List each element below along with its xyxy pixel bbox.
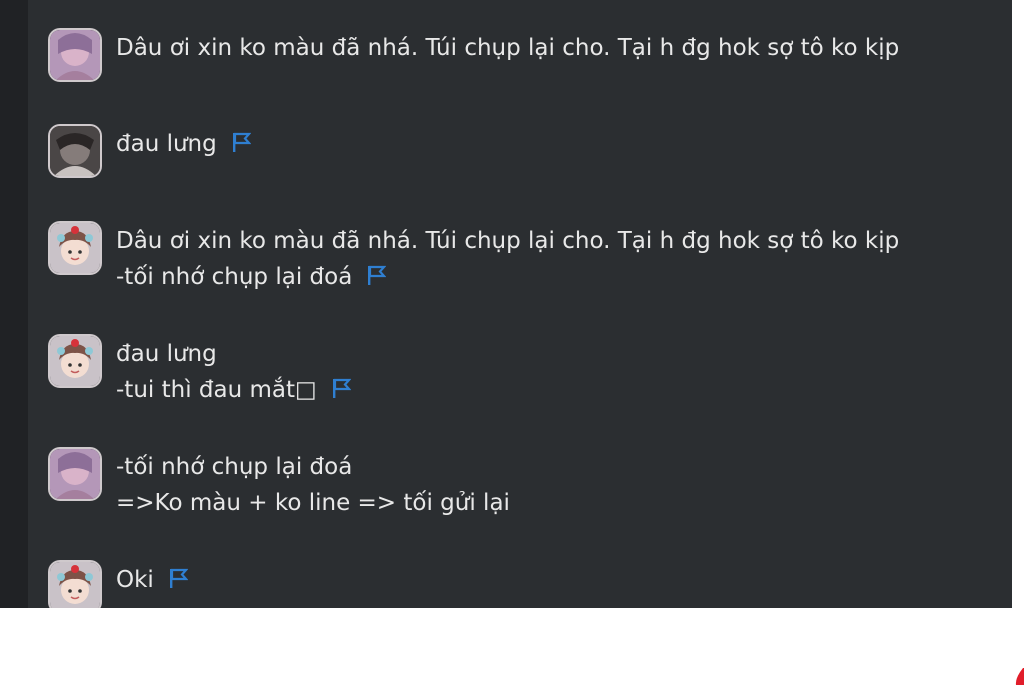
message-body: Dâu ơi xin ko màu đã nhá. Túi chụp lại c… — [116, 223, 899, 297]
flag-icon[interactable] — [331, 374, 352, 410]
avatar[interactable] — [48, 221, 102, 275]
message-body: -tối nhớ chụp lại đoá =>Ko màu + ko line… — [116, 449, 510, 521]
message-body: đau lưng -tui thì đau mắt□ — [116, 336, 352, 410]
message-text: Oki — [116, 567, 154, 593]
screenshot-stage: Dâu ơi xin ko màu đã nhá. Túi chụp lại c… — [0, 0, 1024, 685]
message-item[interactable]: -tối nhớ chụp lại đoá =>Ko màu + ko line… — [48, 447, 510, 521]
avatar-dark-gray-icon — [50, 126, 100, 176]
avatar[interactable] — [48, 560, 102, 608]
avatar-pink-purple-icon — [50, 449, 100, 499]
message-text: đau lưng — [116, 341, 217, 367]
message-item[interactable]: đau lưng -tui thì đau mắt□ — [48, 334, 352, 410]
message-text: Dâu ơi xin ko màu đã nhá. Túi chụp lại c… — [116, 35, 900, 61]
red-mark-icon — [1015, 668, 1024, 685]
avatar[interactable] — [48, 124, 102, 178]
message-body: Oki — [116, 562, 189, 600]
avatar[interactable] — [48, 334, 102, 388]
avatar-chibi-girl-icon — [50, 562, 100, 608]
avatar-chibi-girl-icon — [50, 223, 100, 273]
message-text: -tối nhớ chụp lại đoá — [116, 454, 353, 480]
message-body: Dâu ơi xin ko màu đã nhá. Túi chụp lại c… — [116, 30, 899, 66]
avatar[interactable] — [48, 28, 102, 82]
avatar[interactable] — [48, 447, 102, 501]
message-text: Dâu ơi xin ko màu đã nhá. Túi chụp lại c… — [116, 228, 900, 254]
message-item[interactable]: Oki — [48, 560, 189, 608]
message-item[interactable]: đau lưng — [48, 124, 252, 178]
avatar-pink-purple-icon — [50, 30, 100, 80]
message-body: đau lưng — [116, 126, 252, 164]
message-text: -tối nhớ chụp lại đoá — [116, 264, 353, 290]
message-item[interactable]: Dâu ơi xin ko màu đã nhá. Túi chụp lại c… — [48, 221, 899, 297]
flag-icon[interactable] — [231, 128, 252, 164]
avatar-chibi-girl-icon — [50, 336, 100, 386]
flag-icon[interactable] — [168, 564, 189, 600]
message-text: đau lưng — [116, 131, 217, 157]
chat-panel: Dâu ơi xin ko màu đã nhá. Túi chụp lại c… — [0, 0, 1012, 608]
sidebar-strip — [0, 0, 28, 608]
message-text: -tui thì đau mắt□ — [116, 377, 317, 403]
message-text: =>Ko màu + ko line => tối gửi lại — [116, 490, 510, 516]
flag-icon[interactable] — [366, 261, 387, 297]
message-item[interactable]: Dâu ơi xin ko màu đã nhá. Túi chụp lại c… — [48, 28, 899, 82]
